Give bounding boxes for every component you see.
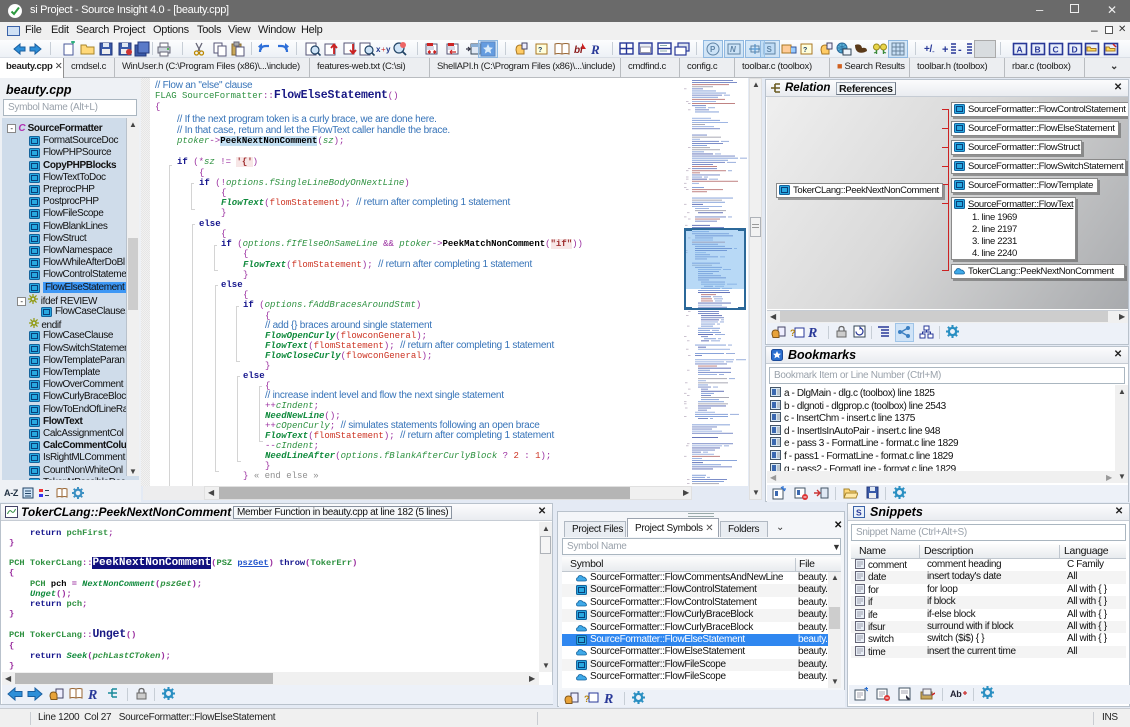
svg-text:-: -	[958, 44, 962, 56]
svg-text:R: R	[87, 688, 97, 702]
svg-text:R: R	[807, 326, 817, 340]
svg-text:?: ?	[584, 694, 589, 704]
svg-text:?: ?	[790, 328, 795, 338]
svg-text:?: ?	[538, 47, 542, 54]
svg-text:C: C	[1053, 45, 1059, 55]
svg-text:R: R	[590, 42, 600, 57]
svg-text:A: A	[1017, 45, 1023, 55]
svg-text:D: D	[1072, 45, 1078, 55]
svg-text:R: R	[603, 692, 613, 706]
svg-text:+: +	[942, 44, 948, 56]
svg-text:S: S	[856, 508, 862, 518]
svg-text:?: ?	[803, 47, 807, 54]
svg-text:B: B	[1035, 45, 1041, 55]
svg-text:Ab: Ab	[950, 689, 962, 699]
svg-text:y: y	[386, 45, 391, 54]
svg-text:-: -	[932, 47, 935, 56]
